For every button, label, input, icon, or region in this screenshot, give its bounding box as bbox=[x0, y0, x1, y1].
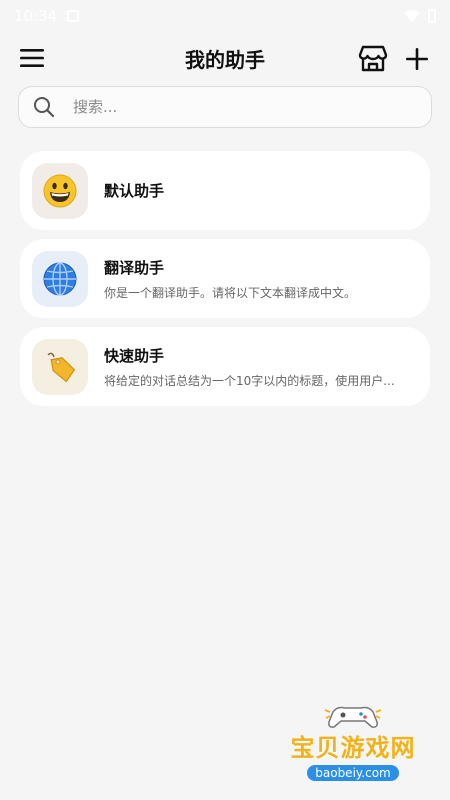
battery-icon bbox=[428, 9, 436, 23]
assistant-description: 将给定的对话总结为一个10字以内的标题，使用用户... bbox=[104, 373, 395, 388]
assistant-list: 默认助手 翻译助手 你是一个翻译助手。请将以下文本翻译成中文。 快速助手 将给定… bbox=[20, 151, 430, 415]
globe-emoji-icon bbox=[43, 261, 77, 296]
gamepad-icon bbox=[324, 706, 382, 728]
search-icon bbox=[34, 97, 55, 118]
assistant-item-translate[interactable]: 翻译助手 你是一个翻译助手。请将以下文本翻译成中文。 bbox=[20, 239, 430, 318]
assistant-item-default[interactable]: 默认助手 bbox=[20, 151, 430, 230]
assistant-name: 默认助手 bbox=[104, 182, 165, 200]
assistant-text: 默认助手 bbox=[104, 180, 164, 201]
search-bar[interactable] bbox=[18, 86, 432, 128]
assistant-text: 翻译助手 你是一个翻译助手。请将以下文本翻译成中文。 bbox=[104, 257, 356, 301]
menu-icon bbox=[20, 49, 44, 67]
store-icon bbox=[358, 45, 388, 72]
assistant-name: 翻译助手 bbox=[104, 258, 165, 277]
notification-icon bbox=[67, 10, 80, 22]
search-input[interactable] bbox=[73, 98, 393, 116]
avatar bbox=[32, 162, 88, 219]
add-assistant-button[interactable] bbox=[402, 44, 432, 74]
tag-emoji-icon bbox=[47, 352, 76, 382]
watermark-title: 宝贝游戏网 bbox=[290, 734, 416, 762]
status-time: 10:34 bbox=[14, 7, 58, 25]
store-button[interactable] bbox=[358, 43, 388, 73]
assistant-description: 你是一个翻译助手。请将以下文本翻译成中文。 bbox=[104, 285, 357, 300]
app-bar: 我的助手 bbox=[0, 32, 450, 84]
assistant-item-quick[interactable]: 快速助手 将给定的对话总结为一个10字以内的标题，使用用户... bbox=[20, 327, 430, 406]
watermark-subtitle: baobeiy.com bbox=[307, 765, 399, 781]
page-title: 我的助手 bbox=[185, 47, 265, 72]
grinning-face-emoji-icon bbox=[43, 174, 77, 207]
assistant-name: 快速助手 bbox=[104, 346, 165, 365]
avatar bbox=[32, 338, 88, 395]
plus-icon bbox=[406, 48, 428, 70]
avatar bbox=[32, 250, 88, 307]
watermark-logo: 宝贝游戏网 baobeiy.com bbox=[268, 702, 438, 794]
wifi-icon bbox=[404, 10, 420, 22]
assistant-text: 快速助手 将给定的对话总结为一个10字以内的标题，使用用户... bbox=[104, 345, 395, 389]
menu-button[interactable] bbox=[18, 44, 46, 72]
status-bar: 10:34 bbox=[0, 0, 450, 32]
